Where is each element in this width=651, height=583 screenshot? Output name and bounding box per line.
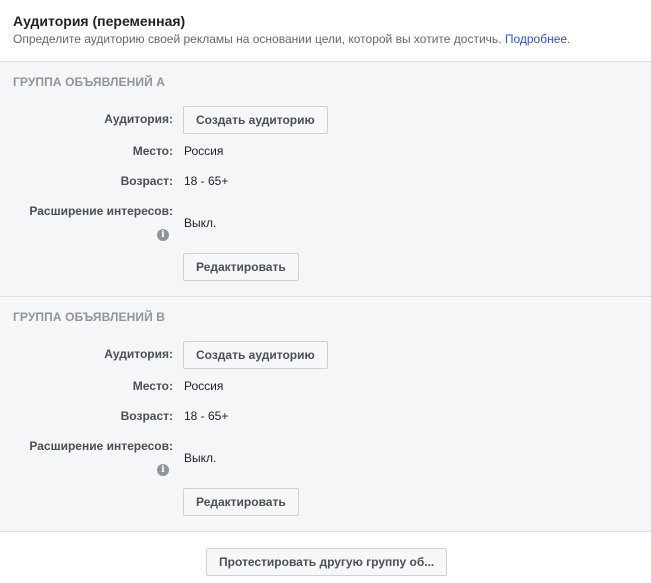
info-icon[interactable]: i	[157, 229, 169, 241]
learn-more-link[interactable]: Подробнее.	[505, 32, 571, 46]
ad-group-b-title: ГРУППА ОБЪЯВЛЕНИЙ B	[13, 310, 166, 324]
audience-label: Аудитория:	[104, 347, 173, 361]
interests-label: Расширение интересов:	[29, 204, 173, 218]
ad-group-a: ГРУППА ОБЪЯВЛЕНИЙ A Аудитория: Создать а…	[0, 62, 651, 297]
edit-button-b[interactable]: Редактировать	[183, 488, 299, 516]
info-icon[interactable]: i	[157, 464, 169, 476]
age-label: Возраст:	[120, 174, 173, 188]
footer: Протестировать другую группу об...	[0, 532, 651, 583]
audience-header: Аудитория (переменная) Определите аудито…	[0, 0, 651, 62]
test-another-group-button[interactable]: Протестировать другую группу об...	[206, 548, 448, 576]
location-value: Россия	[184, 379, 224, 393]
location-label: Место:	[132, 144, 173, 158]
location-value: Россия	[184, 144, 224, 158]
interests-value: Выкл.	[184, 451, 217, 465]
ad-group-b: ГРУППА ОБЪЯВЛЕНИЙ B Аудитория: Создать а…	[0, 297, 651, 532]
age-value: 18 - 65+	[184, 409, 229, 423]
create-audience-button-b[interactable]: Создать аудиторию	[183, 341, 328, 369]
subtitle-text: Определите аудиторию своей рекламы на ос…	[13, 32, 502, 46]
create-audience-button-a[interactable]: Создать аудиторию	[183, 106, 328, 134]
ad-group-a-title: ГРУППА ОБЪЯВЛЕНИЙ A	[13, 75, 166, 89]
edit-button-a[interactable]: Редактировать	[183, 253, 299, 281]
interests-label: Расширение интересов:	[29, 439, 173, 453]
age-label: Возраст:	[120, 409, 173, 423]
interests-value: Выкл.	[184, 216, 217, 230]
audience-label: Аудитория:	[104, 112, 173, 126]
age-value: 18 - 65+	[184, 174, 229, 188]
section-subtitle: Определите аудиторию своей рекламы на ос…	[13, 31, 638, 47]
section-title: Аудитория (переменная)	[13, 13, 186, 29]
location-label: Место:	[132, 379, 173, 393]
